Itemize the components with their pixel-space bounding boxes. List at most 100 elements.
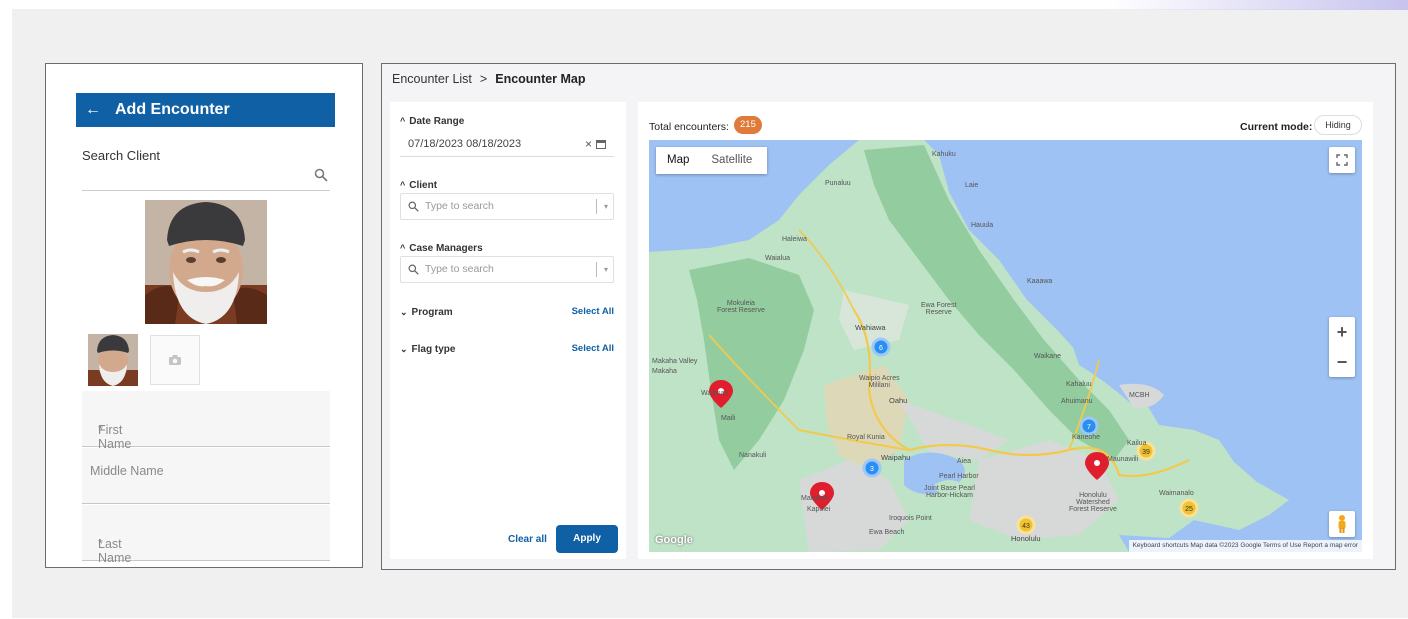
map-tab[interactable]: Map xyxy=(656,147,700,174)
place-label: Laie xyxy=(965,182,979,189)
oahu-map: 6 7 3 39 25 43 xyxy=(649,140,1362,552)
breadcrumb-encounter-list[interactable]: Encounter List xyxy=(392,72,472,86)
search-client-input[interactable] xyxy=(82,190,330,191)
flag-type-select-all[interactable]: Select All xyxy=(572,343,614,354)
place-label: Kaaawa xyxy=(1027,278,1053,285)
place-label: Makaha xyxy=(652,368,677,375)
program-select-all[interactable]: Select All xyxy=(572,306,614,317)
map-footer[interactable]: Keyboard shortcuts Map data ©2023 Google… xyxy=(1128,540,1362,552)
chevron-up-icon: ^ xyxy=(400,116,406,126)
camera-icon xyxy=(169,355,181,365)
last-name-field[interactable]: Last Name * xyxy=(82,505,330,565)
first-name-label: First Name xyxy=(98,423,132,451)
client-toggle[interactable]: ^ Client xyxy=(400,180,437,191)
zoom-in-button[interactable]: + xyxy=(1329,317,1355,347)
date-range-toggle[interactable]: ^ Date Range xyxy=(400,116,464,127)
place-label: Waimanalo xyxy=(1159,490,1194,497)
case-managers-toggle[interactable]: ^ Case Managers xyxy=(400,243,483,254)
place-label: Haleiwa xyxy=(782,236,807,243)
cluster-count: 3 xyxy=(870,466,874,473)
place-label: MCBH xyxy=(1129,392,1150,399)
zoom-out-button[interactable]: − xyxy=(1329,347,1355,377)
place-label: Kapolei xyxy=(807,506,831,513)
last-name-label: Last Name xyxy=(98,537,132,565)
fullscreen-button[interactable] xyxy=(1329,147,1355,173)
flag-type-toggle[interactable]: ⌄ Flag type xyxy=(400,344,455,355)
place-label: Ahuimanu xyxy=(1061,398,1093,405)
case-managers-select[interactable]: Type to search ▾ xyxy=(400,256,614,283)
add-photo-button[interactable] xyxy=(150,335,200,385)
date-range-value: 07/18/2023 08/18/2023 xyxy=(408,138,522,150)
place-label: Waipio Acres Mililani xyxy=(859,375,900,389)
place-label: Nanakuli xyxy=(739,452,767,459)
case-managers-label: Case Managers xyxy=(409,243,483,254)
map-cluster[interactable]: 3 xyxy=(862,458,882,478)
place-label: Makaha Valley xyxy=(652,358,698,365)
place-label: Ewa Beach xyxy=(869,529,905,536)
corner-gradient xyxy=(1108,0,1408,10)
cluster-count: 39 xyxy=(1142,449,1150,456)
dropdown-arrow-icon[interactable]: ▾ xyxy=(604,257,608,282)
place-label: Honolulu xyxy=(1011,534,1041,543)
search-icon[interactable] xyxy=(314,168,328,182)
chevron-down-icon: ⌄ xyxy=(400,307,408,317)
place-label: Kahuku xyxy=(932,151,956,158)
apply-button[interactable]: Apply xyxy=(556,525,618,553)
map-cluster[interactable]: 6 xyxy=(871,337,891,357)
required-mark: * xyxy=(98,537,103,551)
client-photo xyxy=(145,200,267,324)
map-cluster[interactable]: 7 xyxy=(1079,416,1099,436)
first-name-field[interactable]: First Name * xyxy=(82,391,330,451)
satellite-tab[interactable]: Satellite xyxy=(700,147,763,174)
add-encounter-header: ← Add Encounter xyxy=(76,93,335,127)
clear-date-icon[interactable]: × xyxy=(585,132,592,157)
calendar-icon[interactable] xyxy=(596,140,606,149)
place-label: Waialua xyxy=(765,255,791,262)
middle-name-label: Middle Name xyxy=(90,464,164,478)
clear-all-button[interactable]: Clear all xyxy=(508,534,547,545)
place-label: Waianae xyxy=(701,390,729,397)
place-label: Wahiawa xyxy=(855,323,886,332)
client-label: Client xyxy=(409,180,438,191)
map-type-toggle: Map Satellite xyxy=(656,147,767,174)
google-logo: Google xyxy=(655,534,693,546)
map-cluster[interactable]: 43 xyxy=(1016,515,1036,535)
current-mode-toggle[interactable]: Hiding xyxy=(1314,115,1362,135)
cluster-count: 25 xyxy=(1185,506,1193,513)
flag-type-label: Flag type xyxy=(411,344,456,355)
place-label: Maunawili xyxy=(1107,456,1139,463)
place-label: Oahu xyxy=(889,396,908,405)
place-label: Waikane xyxy=(1034,353,1061,360)
back-arrow-icon[interactable]: ← xyxy=(85,101,101,119)
date-range-input[interactable]: 07/18/2023 08/18/2023 × xyxy=(400,132,614,157)
search-client-label: Search Client xyxy=(82,148,161,163)
fullscreen-icon xyxy=(1336,154,1348,166)
date-range-label: Date Range xyxy=(409,116,465,127)
breadcrumb-separator: > xyxy=(479,72,488,86)
map-cluster[interactable]: 25 xyxy=(1179,498,1199,518)
place-label: Royal Kunia xyxy=(847,434,885,441)
pegman-icon xyxy=(1338,515,1346,533)
place-label: Iroquois Point xyxy=(889,515,932,522)
chevron-down-icon: ⌄ xyxy=(400,344,408,354)
zoom-control: + − xyxy=(1329,317,1355,377)
program-label: Program xyxy=(411,307,453,318)
place-label: Waipahu xyxy=(881,453,911,462)
map-canvas[interactable]: 6 7 3 39 25 43 Kahuku Laie Punaluu Hauul… xyxy=(649,140,1362,552)
program-toggle[interactable]: ⌄ Program xyxy=(400,307,453,318)
client-select[interactable]: Type to search ▾ xyxy=(400,193,614,220)
place-label: Maili xyxy=(721,415,736,422)
breadcrumb-current: Encounter Map xyxy=(495,72,586,86)
case-managers-placeholder: Type to search xyxy=(425,263,494,275)
dropdown-arrow-icon[interactable]: ▾ xyxy=(604,194,608,219)
chevron-up-icon: ^ xyxy=(400,180,406,190)
total-encounters-badge: 215 xyxy=(734,116,762,134)
middle-name-field[interactable]: Middle Name xyxy=(82,448,330,504)
street-view-button[interactable] xyxy=(1329,511,1355,537)
total-encounters-label: Total encounters: xyxy=(649,121,729,133)
place-label: Pearl Harbor xyxy=(939,473,979,480)
add-encounter-panel: ← Add Encounter Search Client First Name… xyxy=(45,63,363,568)
client-photo-thumbnail[interactable] xyxy=(88,334,138,386)
place-label: Kaneohe xyxy=(1072,434,1101,441)
chevron-up-icon: ^ xyxy=(400,243,406,253)
